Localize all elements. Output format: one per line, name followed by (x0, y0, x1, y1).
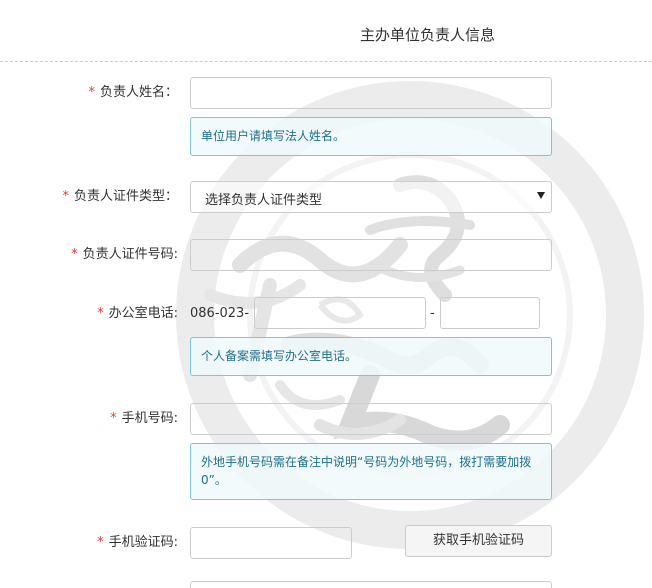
mobile-input[interactable] (190, 403, 552, 435)
required-mark: * (110, 411, 117, 426)
name-hint: 单位用户请填写法人姓名。 (190, 117, 552, 156)
responsible-name-input[interactable] (190, 77, 552, 109)
id-number-label: * 负责人证件号码: (71, 247, 178, 262)
name-label: * 负责人姓名： (88, 85, 178, 100)
required-mark: * (62, 189, 69, 204)
sms-code-input[interactable] (190, 527, 352, 559)
id-type-label: * 负责人证件类型： (62, 189, 178, 204)
id-type-selected-value: 选择负责人证件类型 (205, 193, 323, 208)
required-mark: * (71, 247, 78, 262)
id-type-select[interactable]: 选择负责人证件类型 (190, 181, 552, 213)
office-phone-extension-input[interactable] (440, 297, 540, 329)
next-field-input[interactable] (190, 581, 552, 588)
mobile-label: * 手机号码: (110, 411, 178, 426)
office-phone-number-input[interactable] (254, 297, 426, 329)
required-mark: * (97, 535, 104, 550)
get-sms-code-button[interactable]: 获取手机验证码 (405, 525, 552, 557)
id-number-input[interactable] (190, 239, 552, 271)
required-mark: * (97, 306, 104, 321)
office-phone-separator: - (430, 306, 435, 321)
office-phone-hint: 个人备案需填写办公室电话。 (190, 337, 552, 376)
section-divider (0, 61, 652, 62)
sms-code-label: * 手机验证码: (97, 535, 178, 550)
section-title: 主办单位负责人信息 (360, 26, 496, 44)
caret-down-icon (537, 192, 545, 199)
mobile-hint: 外地手机号码需在备注中说明“号码为外地号码，拨打需要加拨0”。 (190, 443, 552, 500)
office-phone-prefix: 086-023- (190, 306, 250, 321)
required-mark: * (88, 85, 95, 100)
office-phone-label: * 办公室电话: (97, 306, 178, 321)
